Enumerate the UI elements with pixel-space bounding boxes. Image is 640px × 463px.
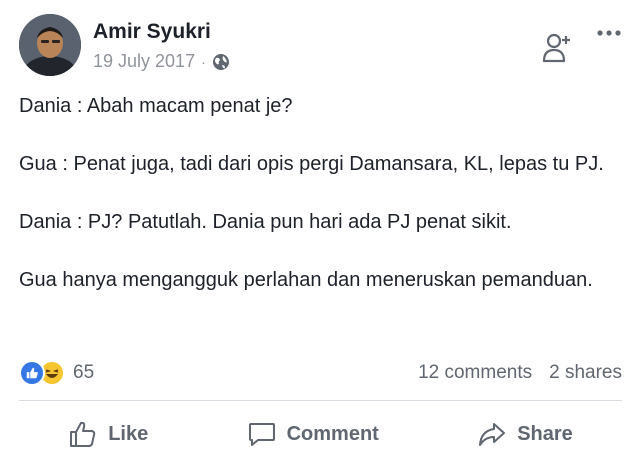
share-button[interactable]: Share bbox=[477, 419, 573, 449]
post-paragraph: Dania : PJ? Patutlah. Dania pun hari ada… bbox=[19, 211, 512, 233]
add-friend-icon[interactable] bbox=[541, 30, 575, 64]
author-avatar[interactable] bbox=[19, 14, 81, 76]
actions-divider bbox=[19, 400, 622, 401]
post-stats: 65 12 comments 2 shares bbox=[19, 358, 622, 388]
author-name[interactable]: Amir Syukri bbox=[93, 20, 211, 44]
comment-button[interactable]: Comment bbox=[247, 419, 379, 449]
reactions-summary[interactable]: 65 bbox=[19, 360, 94, 386]
meta-separator: · bbox=[201, 53, 206, 70]
like-button[interactable]: Like bbox=[68, 419, 148, 449]
post-paragraph: Gua hanya mengangguk perlahan dan meneru… bbox=[19, 269, 593, 291]
post-paragraph: Gua : Penat juga, tadi dari opis pergi D… bbox=[19, 153, 604, 175]
post-text: Dania : Abah macam penat je? Gua : Penat… bbox=[19, 92, 624, 324]
share-arrow-icon bbox=[479, 423, 506, 446]
like-label: Like bbox=[108, 422, 149, 445]
comment-label: Comment bbox=[286, 422, 379, 445]
shares-count[interactable]: 2 shares bbox=[549, 362, 622, 384]
comment-icon bbox=[248, 423, 275, 446]
avatar-image bbox=[19, 14, 81, 76]
action-bar: Like Comment Share bbox=[19, 410, 622, 458]
reaction-count: 65 bbox=[73, 362, 95, 383]
post-paragraph: Dania : Abah macam penat je? bbox=[19, 95, 293, 117]
globe-icon[interactable] bbox=[212, 53, 230, 71]
post-header: Amir Syukri 19 July 2017 · bbox=[0, 0, 640, 90]
comments-count[interactable]: 12 comments bbox=[418, 362, 532, 384]
post-date[interactable]: 19 July 2017 bbox=[93, 51, 195, 72]
share-label: Share bbox=[517, 422, 573, 445]
post-meta: 19 July 2017 · bbox=[93, 51, 230, 72]
more-options-icon[interactable] bbox=[596, 28, 622, 38]
like-reaction-icon bbox=[19, 360, 45, 386]
thumbs-up-icon bbox=[70, 421, 96, 447]
